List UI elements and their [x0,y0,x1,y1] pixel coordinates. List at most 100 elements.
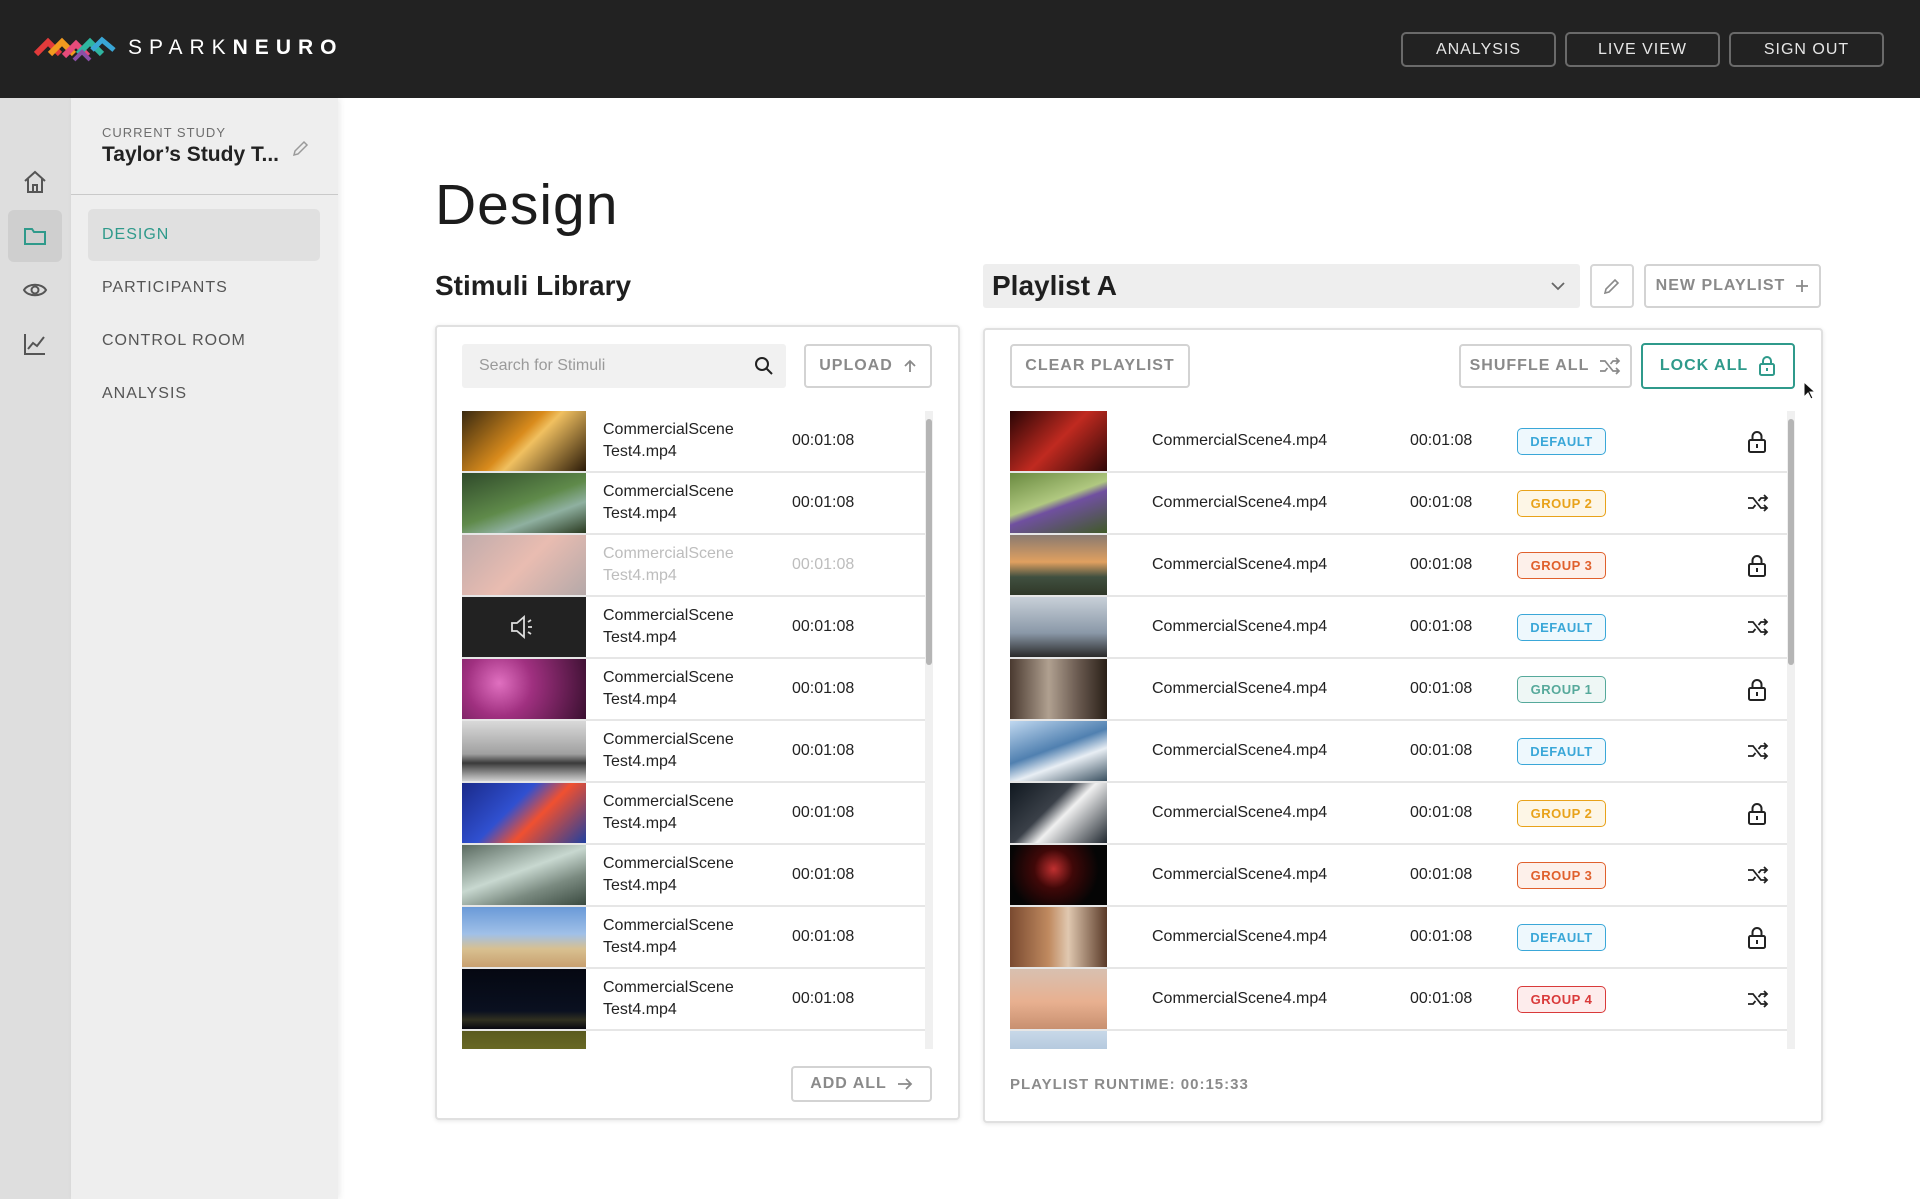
stimuli-row[interactable]: CommercialScene Test4.mp4 00:01:08 [462,907,925,969]
shuffle-toggle[interactable] [1747,616,1769,643]
clear-playlist-button[interactable]: CLEAR PLAYLIST [1010,344,1190,388]
playlist-scrollbar[interactable] [1787,411,1795,1049]
playlist-select[interactable]: Playlist A [983,264,1580,308]
lock-all-button[interactable]: LOCK ALL [1641,343,1795,389]
shuffle-all-button[interactable]: SHUFFLE ALL [1459,344,1632,388]
playlist-row[interactable]: CommercialScene4.mp4 00:01:08 GROUP 1 [1010,659,1787,721]
sidebar-item-participants[interactable]: PARTICIPANTS [88,262,320,314]
group-badge[interactable]: GROUP 4 [1517,985,1606,1013]
group-badge[interactable]: GROUP 3 [1517,861,1606,889]
lock-toggle[interactable] [1747,554,1767,583]
stimulus-name-line-2: Test4.mp4 [603,629,677,646]
shuffle-toggle[interactable] [1747,740,1769,767]
stimulus-name-line-1: CommercialScene [603,855,734,872]
stimuli-search-input[interactable] [479,344,739,388]
stimulus-name-line-1: CommercialScene [603,917,734,934]
lock-icon [1748,431,1766,453]
stimulus-name-line-2: Test4.mp4 [603,939,677,956]
playlist-row[interactable]: CommercialScene4.mp4 00:01:08 GROUP 3 [1010,535,1787,597]
stimuli-row[interactable]: CommercialScene [462,1031,925,1049]
playlist-row[interactable]: CommercialScene4.mp4 00:01:08 DEFAULT [1010,907,1787,969]
playlist-row[interactable]: CommercialScene4.mp4 00:01:08 GROUP 2 [1010,783,1787,845]
shuffle-icon [1600,357,1621,375]
stimulus-thumbnail [1010,411,1107,471]
stimuli-row[interactable]: CommercialScene Test4.mp4 00:01:08 [462,535,925,597]
playlist-scrollbar-thumb[interactable] [1788,419,1794,665]
stimuli-row[interactable]: CommercialScene Test4.mp4 00:01:08 [462,845,925,907]
playlist-row[interactable]: CommercialScene4.mp4 00:01:08 GROUP 2 [1010,473,1787,535]
stimulus-thumbnail [1010,783,1107,843]
rail-home[interactable] [8,156,62,208]
nav-sign-out-button[interactable]: SIGN OUT [1729,32,1884,67]
search-icon[interactable] [754,356,774,376]
edit-playlist-button[interactable] [1590,264,1634,308]
add-all-button-label: ADD ALL [810,1075,887,1092]
playlist-item-duration: 00:01:08 [1410,618,1473,635]
shuffle-toggle[interactable] [1747,492,1769,519]
nav-analysis-button[interactable]: ANALYSIS [1401,32,1556,67]
top-bar: SPARKNEURO ANALYSIS LIVE VIEW SIGN OUT [0,0,1920,98]
stimulus-thumbnail [462,845,586,905]
rail-design[interactable] [8,210,62,262]
sidebar-item-control-room[interactable]: CONTROL ROOM [88,315,320,367]
playlist-item-duration: 00:01:08 [1410,928,1473,945]
nav-live-view-button[interactable]: LIVE VIEW [1565,32,1720,67]
group-badge[interactable]: DEFAULT [1517,613,1606,641]
playlist-row[interactable] [1010,1031,1787,1049]
stimulus-name: CommercialScene Test4.mp4 [603,729,763,773]
stimuli-scrollbar-thumb[interactable] [926,419,932,665]
group-badge[interactable]: GROUP 2 [1517,799,1606,827]
playlist-row[interactable]: CommercialScene4.mp4 00:01:08 DEFAULT [1010,411,1787,473]
playlist-list: CommercialScene4.mp4 00:01:08 DEFAULT Comme… [1010,411,1787,1049]
stimuli-row[interactable]: CommercialScene Test4.mp4 00:01:08 [462,411,925,473]
group-badge[interactable]: DEFAULT [1517,737,1606,765]
shuffle-icon [1748,990,1769,1008]
stimuli-row[interactable]: CommercialScene Test4.mp4 00:01:08 [462,659,925,721]
shuffle-toggle[interactable] [1747,988,1769,1015]
stimulus-thumbnail [1010,659,1107,719]
new-playlist-button[interactable]: NEW PLAYLIST [1644,264,1821,308]
playlist-row[interactable]: CommercialScene4.mp4 00:01:08 GROUP 4 [1010,969,1787,1031]
stimuli-scrollbar[interactable] [925,411,933,1049]
stimuli-row[interactable]: CommercialScene Test4.mp4 00:01:08 [462,969,925,1031]
playlist-item-name: CommercialScene4.mp4 [1152,866,1328,883]
add-all-button[interactable]: ADD ALL [791,1066,932,1102]
stimuli-list: CommercialScene Test4.mp4 00:01:08 Commerci… [462,411,925,1049]
stimulus-thumbnail [1010,969,1107,1029]
lock-toggle[interactable] [1747,430,1767,459]
stimulus-thumbnail [462,1031,586,1049]
lock-toggle[interactable] [1747,926,1767,955]
stimulus-name: CommercialScene Test4.mp4 [603,605,763,649]
upload-button[interactable]: UPLOAD [804,344,932,388]
stimuli-row[interactable]: CommercialScene Test4.mp4 00:01:08 [462,783,925,845]
shuffle-toggle[interactable] [1747,864,1769,891]
playlist-item-name: CommercialScene4.mp4 [1152,928,1328,945]
group-badge[interactable]: DEFAULT [1517,923,1606,951]
sidebar-item-analysis[interactable]: ANALYSIS [88,368,320,420]
playlist-row[interactable]: CommercialScene4.mp4 00:01:08 GROUP 3 [1010,845,1787,907]
sidebar-item-design[interactable]: DESIGN [88,209,320,261]
edit-study-button[interactable] [291,138,311,163]
stimulus-thumbnail [1010,535,1107,595]
group-badge[interactable]: GROUP 3 [1517,551,1606,579]
stimuli-row[interactable]: CommercialScene Test4.mp4 00:01:08 [462,721,925,783]
stimuli-row[interactable]: CommercialScene Test4.mp4 00:01:08 [462,597,925,659]
playlist-row[interactable]: CommercialScene4.mp4 00:01:08 DEFAULT [1010,597,1787,659]
group-badge[interactable]: GROUP 1 [1517,675,1606,703]
stimulus-duration: 00:01:08 [792,432,855,449]
stimulus-thumbnail [462,535,586,595]
sparkneuro-logo[interactable]: SPARKNEURO [34,30,343,66]
stimulus-duration: 00:01:08 [792,804,855,821]
playlist-row[interactable]: CommercialScene4.mp4 00:01:08 DEFAULT [1010,721,1787,783]
group-badge[interactable]: GROUP 2 [1517,489,1606,517]
stimuli-row[interactable]: CommercialScene Test4.mp4 00:01:08 [462,473,925,535]
shuffle-icon [1748,618,1769,636]
rail-live-view[interactable] [8,264,62,316]
lock-toggle[interactable] [1747,802,1767,831]
stimulus-name-line-1: CommercialScene [603,483,734,500]
stimulus-thumbnail [462,907,586,967]
group-badge[interactable]: DEFAULT [1517,427,1606,455]
lock-toggle[interactable] [1747,678,1767,707]
rail-analysis[interactable] [8,318,62,370]
playlist-item-name: CommercialScene4.mp4 [1152,432,1328,449]
